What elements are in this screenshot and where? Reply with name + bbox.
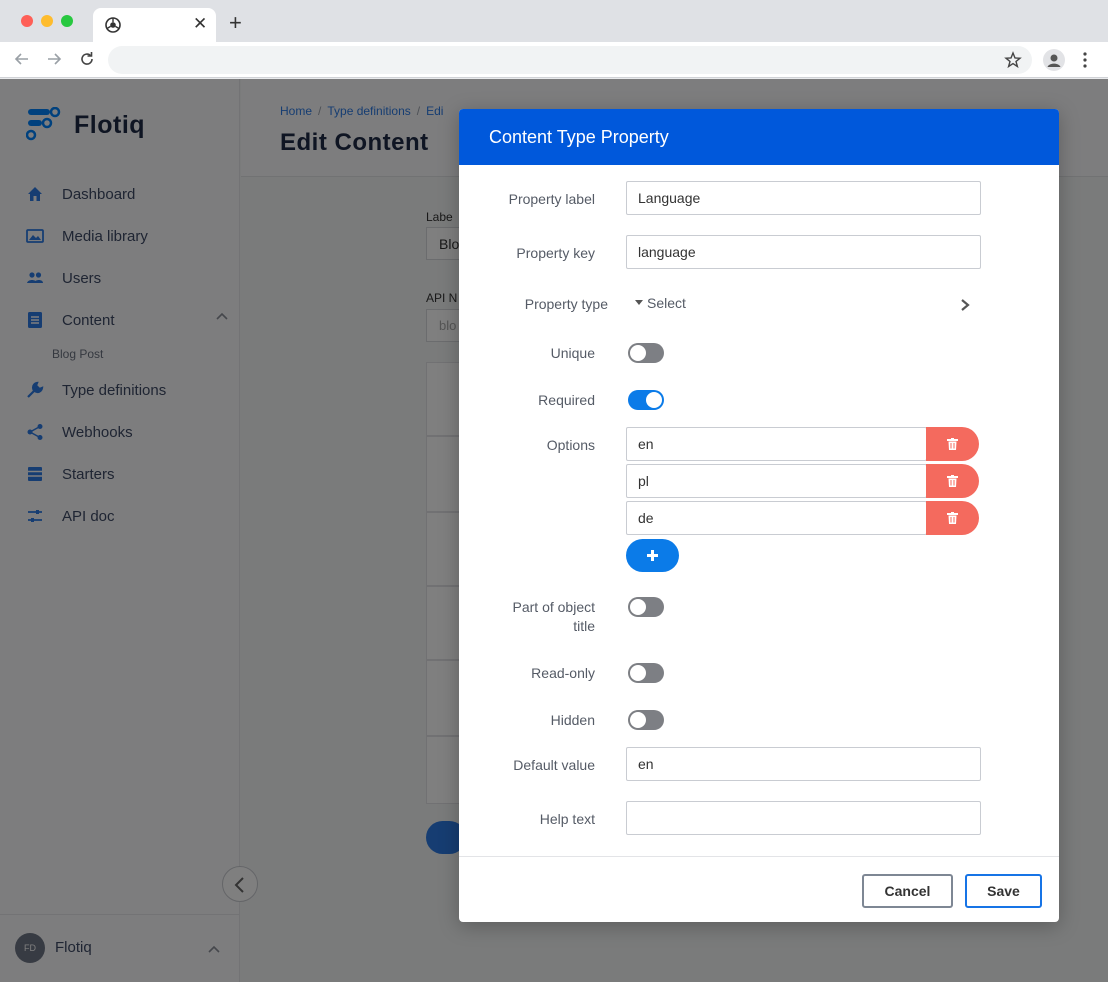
part-of-title-label-line2: title	[573, 618, 595, 634]
property-key-input[interactable]: language	[626, 235, 981, 269]
toggle-knob	[646, 392, 662, 408]
toggle-knob	[630, 665, 646, 681]
read-only-toggle[interactable]	[628, 663, 664, 683]
address-bar[interactable]	[108, 46, 1032, 74]
option-value: en	[638, 436, 654, 452]
maximize-window-button[interactable]	[61, 15, 73, 27]
option-input[interactable]: en	[626, 427, 927, 461]
option-input[interactable]: pl	[626, 464, 927, 498]
caret-down-icon	[635, 300, 643, 306]
property-label-input[interactable]: Language	[626, 181, 981, 215]
modal-header: Content Type Property	[459, 109, 1059, 165]
property-label-label: Property label	[508, 191, 595, 207]
content-type-property-modal: Content Type Property Property label Lan…	[459, 109, 1059, 922]
default-value-label: Default value	[513, 757, 595, 773]
property-label-value: Language	[638, 190, 701, 206]
hidden-label: Hidden	[550, 712, 595, 728]
required-label: Required	[538, 392, 595, 408]
save-button[interactable]: Save	[965, 874, 1042, 908]
read-only-label: Read-only	[531, 665, 595, 681]
default-value-value: en	[638, 756, 654, 772]
options-label: Options	[546, 437, 595, 453]
new-tab-button[interactable]: +	[229, 12, 242, 34]
plus-icon	[651, 550, 654, 561]
unique-label: Unique	[550, 345, 595, 361]
delete-option-button[interactable]	[926, 464, 979, 498]
option-input[interactable]: de	[626, 501, 927, 535]
toggle-knob	[630, 345, 646, 361]
hidden-toggle[interactable]	[628, 710, 664, 730]
delete-option-button[interactable]	[926, 501, 979, 535]
chrome-icon	[105, 17, 121, 33]
delete-option-button[interactable]	[926, 427, 979, 461]
property-key-label: Property key	[516, 245, 595, 261]
chevron-right-icon[interactable]	[959, 298, 971, 312]
property-type-select[interactable]: Select	[635, 295, 975, 315]
help-text-input[interactable]	[626, 801, 981, 835]
back-icon[interactable]	[11, 48, 33, 70]
option-value: de	[638, 510, 654, 526]
close-window-button[interactable]	[21, 15, 33, 27]
browser-menu-icon[interactable]	[1080, 50, 1090, 70]
help-text-label: Help text	[539, 811, 595, 827]
modal-title: Content Type Property	[489, 127, 669, 147]
cancel-button[interactable]: Cancel	[862, 874, 953, 908]
option-value: pl	[638, 473, 649, 489]
tab-bar: ✕ +	[0, 0, 1108, 42]
part-of-title-label: Part of object title	[513, 598, 596, 636]
trash-icon	[947, 475, 958, 487]
part-of-title-toggle[interactable]	[628, 597, 664, 617]
reload-icon[interactable]	[76, 48, 98, 70]
property-type-label: Property type	[524, 296, 608, 312]
browser-chrome: ✕ +	[0, 0, 1108, 78]
bookmark-star-icon[interactable]	[1004, 51, 1022, 69]
close-tab-icon[interactable]: ✕	[193, 14, 207, 34]
toggle-knob	[630, 712, 646, 728]
default-value-input[interactable]: en	[626, 747, 981, 781]
toggle-knob	[630, 599, 646, 615]
browser-toolbar	[0, 42, 1108, 78]
profile-avatar-icon[interactable]	[1043, 49, 1065, 71]
add-option-button[interactable]	[626, 539, 679, 572]
required-toggle[interactable]	[628, 390, 664, 410]
trash-icon	[947, 438, 958, 450]
unique-toggle[interactable]	[628, 343, 664, 363]
trash-icon	[947, 512, 958, 524]
forward-icon[interactable]	[43, 48, 65, 70]
part-of-title-label-line1: Part of object	[512, 599, 596, 615]
modal-footer: Cancel Save	[459, 856, 1059, 922]
minimize-window-button[interactable]	[41, 15, 53, 27]
property-type-value: Select	[647, 295, 686, 311]
browser-tab[interactable]: ✕	[93, 8, 216, 42]
property-key-value: language	[638, 244, 696, 260]
